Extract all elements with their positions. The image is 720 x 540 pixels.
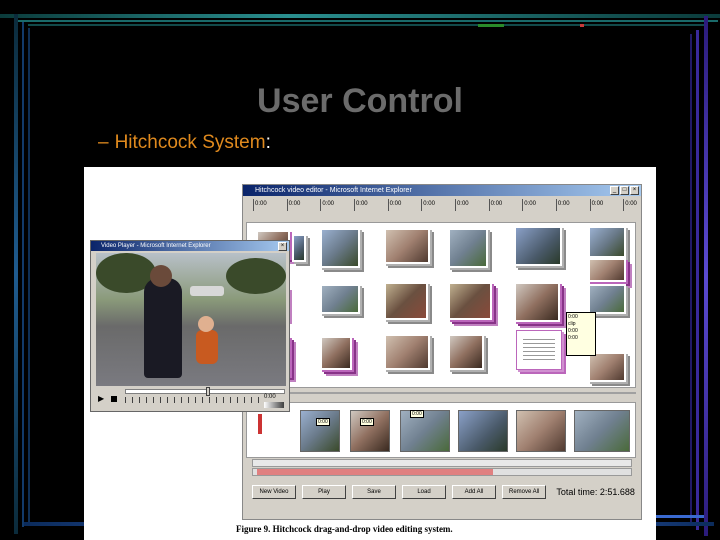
storyboard-badge: 0:00: [410, 410, 424, 418]
clip-pile[interactable]: [588, 258, 626, 282]
total-time-label: Total time: 2:51.688: [556, 487, 635, 497]
player-titlebar: Video Player - Microsoft Internet Explor…: [91, 241, 289, 251]
play-button[interactable]: Play: [302, 485, 346, 499]
storyboard-scrollbar[interactable]: [252, 459, 632, 467]
clip-thumbnail[interactable]: [384, 228, 430, 264]
timeline-tick: 0:00: [555, 199, 570, 211]
load-button[interactable]: Load: [402, 485, 446, 499]
timeline-marker: [580, 24, 584, 27]
clip-pile[interactable]: [514, 282, 560, 322]
timeline-highlight: [478, 24, 504, 27]
new-video-button[interactable]: New Video: [252, 485, 296, 499]
clip-pile[interactable]: [448, 282, 492, 320]
bottom-border-accent: [654, 515, 704, 518]
bullet-dash: –: [98, 132, 109, 153]
bin-divider[interactable]: [246, 392, 636, 394]
tree-shape: [226, 258, 286, 294]
clip-thumbnail[interactable]: [448, 334, 484, 370]
child-head: [198, 316, 214, 332]
clip-pile[interactable]: [514, 226, 562, 266]
tooltip-line: 0:00: [568, 314, 578, 320]
timeline-tick: 0:00: [623, 199, 637, 211]
clip-thumbnail[interactable]: [384, 282, 428, 320]
editor-title: Hitchcock video editor - Microsoft Inter…: [255, 187, 412, 194]
clip-pile[interactable]: [320, 336, 352, 370]
timeline-tick: 0:00: [320, 199, 334, 211]
car-shape: [190, 286, 224, 296]
timeline-tick: 0:00: [454, 199, 469, 211]
close-icon[interactable]: ×: [278, 242, 287, 251]
clip-thumbnail[interactable]: [588, 226, 626, 258]
storyboard-clip[interactable]: [458, 410, 508, 452]
maximize-icon[interactable]: □: [620, 186, 629, 195]
clip-pile[interactable]: [448, 228, 488, 268]
timeline-tick: 0:00: [353, 199, 368, 211]
storyboard-cursor[interactable]: [258, 414, 262, 434]
storyboard-clip[interactable]: [516, 410, 566, 452]
storyboard-clip[interactable]: [574, 410, 630, 452]
adult-figure: [144, 278, 182, 378]
timeline-tick: 0:00: [253, 199, 267, 211]
storyboard-badge: 0:00: [360, 418, 374, 426]
volume-slider[interactable]: [264, 402, 284, 408]
clip-thumbnail[interactable]: [588, 284, 626, 314]
bullet-text: Hitchcock System: [114, 132, 266, 153]
tooltip-line: 0:00: [568, 328, 578, 334]
clip-thumbnail[interactable]: [320, 228, 360, 268]
player-time: 0:00: [264, 394, 276, 400]
caption-text: Hitchcock drag-and-drop video editing sy…: [272, 524, 453, 534]
storyboard-badge: 0:00: [316, 418, 330, 426]
top-border-line: [18, 20, 718, 22]
timeline-tick: 0:00: [387, 199, 401, 211]
add-all-button[interactable]: Add All: [452, 485, 496, 499]
timeline-tick: 0:00: [522, 199, 536, 211]
storyboard-clip[interactable]: [400, 410, 450, 452]
editor-titlebar: Hitchcock video editor - Microsoft Inter…: [243, 185, 641, 196]
stop-icon[interactable]: [111, 396, 117, 402]
player-seek-slider[interactable]: [125, 389, 285, 394]
figure-caption: Figure 9. Hitchcock drag-and-drop video …: [236, 524, 656, 534]
remove-all-button[interactable]: Remove All: [502, 485, 547, 499]
minimize-icon[interactable]: _: [610, 186, 619, 195]
top-border-line-inner: [28, 24, 708, 26]
close-icon[interactable]: ×: [630, 186, 639, 195]
bullet-colon: :: [265, 132, 271, 153]
timeline-tick: 0:00: [421, 199, 435, 211]
slide-title: User Control: [257, 82, 463, 120]
storyboard-clip[interactable]: [300, 410, 340, 452]
adult-head: [150, 265, 172, 287]
storyboard-clip[interactable]: [350, 410, 390, 452]
clip-thumbnail[interactable]: [292, 234, 306, 262]
play-icon[interactable]: ▶: [98, 394, 104, 403]
tooltip-line: 0:00: [568, 335, 578, 341]
bullet-item: – Hitchcock System:: [98, 132, 271, 154]
clip-thumbnail[interactable]: [588, 352, 626, 382]
timeline-tick: 0:00: [488, 199, 502, 211]
timeline-ruler[interactable]: 0:00 0:00 0:00 0:00 0:00 0:00 0:00 0:00 …: [253, 199, 637, 211]
clip-tooltip: 0:00 clip 0:00 0:00: [566, 312, 596, 356]
timeline-tick: 0:00: [589, 199, 603, 211]
clip-thumbnail[interactable]: [320, 284, 360, 314]
top-border-bar: [0, 14, 720, 18]
editor-button-row: New Video Play Save Load Add All Remove …: [252, 485, 635, 499]
tooltip-line: clip: [568, 321, 576, 327]
clip-thumbnail[interactable]: [384, 334, 430, 370]
save-button[interactable]: Save: [352, 485, 396, 499]
player-title: Video Player - Microsoft Internet Explor…: [101, 243, 211, 249]
timeline-tick: 0:00: [286, 199, 300, 211]
child-figure: [196, 330, 218, 364]
seek-slider-thumb[interactable]: [206, 387, 211, 396]
selection-range-fill: [257, 469, 493, 475]
clip-info-card[interactable]: [516, 330, 562, 370]
seek-ticks: [125, 397, 265, 403]
caption-label: Figure 9.: [236, 524, 271, 534]
